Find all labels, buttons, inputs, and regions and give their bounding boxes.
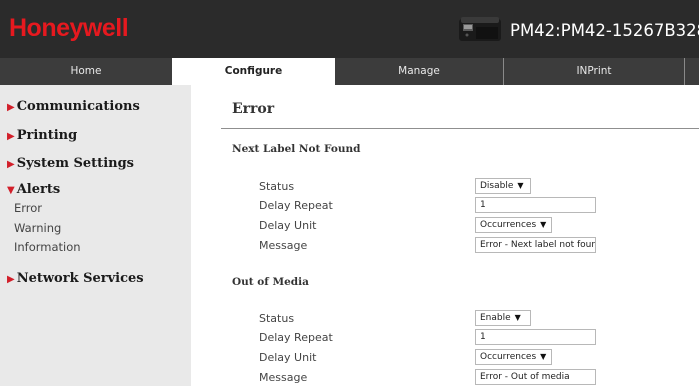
tab-home[interactable]: Home bbox=[0, 58, 172, 85]
field-label-delay-repeat: Delay Repeat bbox=[259, 331, 333, 344]
status-select[interactable]: Disable ▼ bbox=[475, 178, 531, 194]
sidebar-item-label: Printing bbox=[16, 128, 78, 143]
field-label-status: Status bbox=[259, 180, 295, 193]
triangle-down-icon: ▼ bbox=[7, 185, 15, 196]
delay-unit-select[interactable]: Occurrences ▼ bbox=[475, 217, 552, 233]
triangle-right-icon: ▶ bbox=[7, 274, 15, 285]
sidebar-item-communications[interactable]: ▶ Communications bbox=[7, 99, 140, 114]
message-input[interactable]: Error - Out of media bbox=[475, 369, 596, 385]
select-value: Disable bbox=[480, 181, 514, 191]
sidebar-item-alerts[interactable]: ▼ Alerts bbox=[7, 182, 60, 197]
sidebar-item-label: Communications bbox=[16, 99, 140, 114]
sidebar-subitem-warning[interactable]: Warning bbox=[14, 221, 61, 235]
caret-down-icon: ▼ bbox=[517, 181, 524, 190]
delay-repeat-input[interactable]: 1 bbox=[475, 197, 596, 213]
sidebar-subitem-information[interactable]: Information bbox=[14, 240, 81, 254]
sidebar: ▶ Communications ▶ Printing ▶ System Settin… bbox=[0, 85, 191, 386]
caret-down-icon: ▼ bbox=[540, 220, 547, 229]
tab-manage[interactable]: Manage bbox=[335, 58, 503, 85]
top-nav: Home Configure Manage INPrint bbox=[0, 58, 699, 85]
group-title-next-label-not-found: Next Label Not Found bbox=[232, 143, 361, 155]
group-title-out-of-media: Out of Media bbox=[232, 276, 309, 288]
triangle-right-icon: ▶ bbox=[7, 102, 15, 113]
status-select[interactable]: Enable ▼ bbox=[475, 310, 531, 326]
select-value: Occurrences bbox=[480, 220, 537, 230]
printer-icon bbox=[459, 17, 501, 41]
field-label-message: Message bbox=[259, 239, 308, 252]
nav-divider bbox=[503, 58, 504, 85]
caret-down-icon: ▼ bbox=[514, 313, 521, 322]
caret-down-icon: ▼ bbox=[540, 352, 547, 361]
triangle-right-icon: ▶ bbox=[7, 159, 15, 170]
triangle-right-icon: ▶ bbox=[7, 131, 15, 142]
tab-configure[interactable]: Configure bbox=[172, 58, 335, 85]
sidebar-item-network-services[interactable]: ▶ Network Services bbox=[7, 271, 144, 286]
sidebar-item-label: System Settings bbox=[16, 156, 134, 171]
page-title: Error bbox=[232, 101, 275, 117]
sidebar-subitem-error[interactable]: Error bbox=[14, 201, 42, 215]
header-bar: Honeywell PM42:PM42-15267B3286 bbox=[0, 0, 699, 58]
sidebar-item-printing[interactable]: ▶ Printing bbox=[7, 128, 77, 143]
brand-logo[interactable]: Honeywell bbox=[9, 14, 129, 43]
field-label-message: Message bbox=[259, 371, 308, 384]
nav-divider bbox=[684, 58, 685, 85]
title-divider bbox=[221, 128, 699, 129]
select-value: Enable bbox=[480, 313, 511, 323]
sidebar-item-label: Alerts bbox=[16, 182, 61, 197]
delay-unit-select[interactable]: Occurrences ▼ bbox=[475, 349, 552, 365]
tab-inprint[interactable]: INPrint bbox=[504, 58, 684, 85]
select-value: Occurrences bbox=[480, 352, 537, 362]
field-label-status: Status bbox=[259, 312, 295, 325]
field-label-delay-repeat: Delay Repeat bbox=[259, 199, 333, 212]
message-input[interactable]: Error - Next label not found bbox=[475, 237, 596, 253]
delay-repeat-input[interactable]: 1 bbox=[475, 329, 596, 345]
sidebar-item-system-settings[interactable]: ▶ System Settings bbox=[7, 156, 134, 171]
sidebar-item-label: Network Services bbox=[16, 271, 144, 286]
field-label-delay-unit: Delay Unit bbox=[259, 219, 317, 232]
field-label-delay-unit: Delay Unit bbox=[259, 351, 317, 364]
device-name: PM42:PM42-15267B3286 bbox=[510, 21, 699, 40]
